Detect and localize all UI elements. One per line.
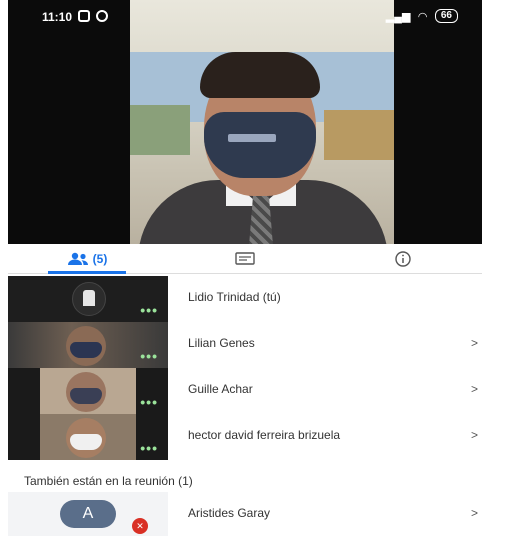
self-icon: [83, 290, 95, 306]
participant-thumbnail: •••: [8, 414, 168, 460]
participant-mask: [70, 342, 102, 358]
wifi-icon: ◠: [418, 10, 427, 23]
chat-icon: [235, 251, 255, 265]
presenter-mask: [204, 112, 316, 178]
tab-chat[interactable]: [166, 244, 324, 273]
audio-indicator: •••: [140, 394, 158, 410]
tab-info[interactable]: [324, 244, 482, 273]
participant-row[interactable]: ••• Guille Achar >: [8, 368, 498, 414]
participant-thumbnail: •••: [8, 276, 168, 322]
participant-name: hector david ferreira brizuela: [188, 428, 341, 442]
signal-icon: ▂▄▆: [385, 10, 411, 23]
main-video-feed: 11:10 ▂▄▆ ◠ 66: [8, 0, 482, 244]
battery-icon: 66: [434, 9, 458, 23]
participant-row[interactable]: A ✕ Aristides Garay >: [8, 492, 498, 536]
presenter-hair: [200, 52, 320, 98]
mic-off-icon: ✕: [132, 518, 148, 534]
people-icon: [67, 252, 88, 265]
notification-icon: [78, 10, 90, 22]
chevron-right-icon[interactable]: >: [471, 382, 478, 396]
chevron-right-icon[interactable]: >: [471, 336, 478, 350]
video-background-painting-right: [324, 110, 394, 160]
participant-thumbnail: •••: [8, 368, 168, 414]
status-right: ▂▄▆ ◠ 66: [386, 9, 458, 23]
mask-logo: [228, 134, 276, 142]
participant-mask: [70, 434, 102, 450]
participant-row[interactable]: ••• hector david ferreira brizuela >: [8, 414, 498, 460]
participant-list: ••• Lidio Trinidad (tú) ••• Lilian Genes…: [8, 276, 498, 460]
video-background-painting-left: [130, 105, 190, 155]
participant-mask: [70, 388, 102, 404]
participant-thumbnail: A ✕: [8, 492, 168, 536]
status-time: 11:10: [42, 10, 73, 24]
status-bar: 11:10 ▂▄▆ ◠ 66: [8, 0, 482, 34]
participant-name: Lilian Genes: [188, 336, 255, 350]
meeting-tabs: (5): [8, 244, 482, 274]
audio-indicator: •••: [140, 440, 158, 456]
audio-indicator: •••: [140, 302, 158, 318]
audio-indicator: •••: [140, 348, 158, 364]
participant-row[interactable]: ••• Lidio Trinidad (tú): [8, 276, 498, 322]
participant-thumbnail: •••: [8, 322, 168, 368]
chevron-right-icon[interactable]: >: [471, 428, 478, 442]
info-icon: [395, 250, 411, 267]
chevron-right-icon[interactable]: >: [471, 506, 478, 520]
presenter-video: [130, 0, 394, 244]
location-icon: [96, 10, 108, 22]
participant-name: Lidio Trinidad (tú): [188, 290, 281, 304]
tab-people[interactable]: (5): [8, 244, 166, 274]
participant-name: Aristides Garay: [188, 506, 271, 520]
also-in-meeting-heading: También están en la reunión (1): [24, 474, 193, 488]
avatar: A: [60, 500, 116, 528]
participant-name: Guille Achar: [188, 382, 253, 396]
participant-row[interactable]: ••• Lilian Genes >: [8, 322, 498, 368]
people-count: (5): [92, 251, 108, 266]
